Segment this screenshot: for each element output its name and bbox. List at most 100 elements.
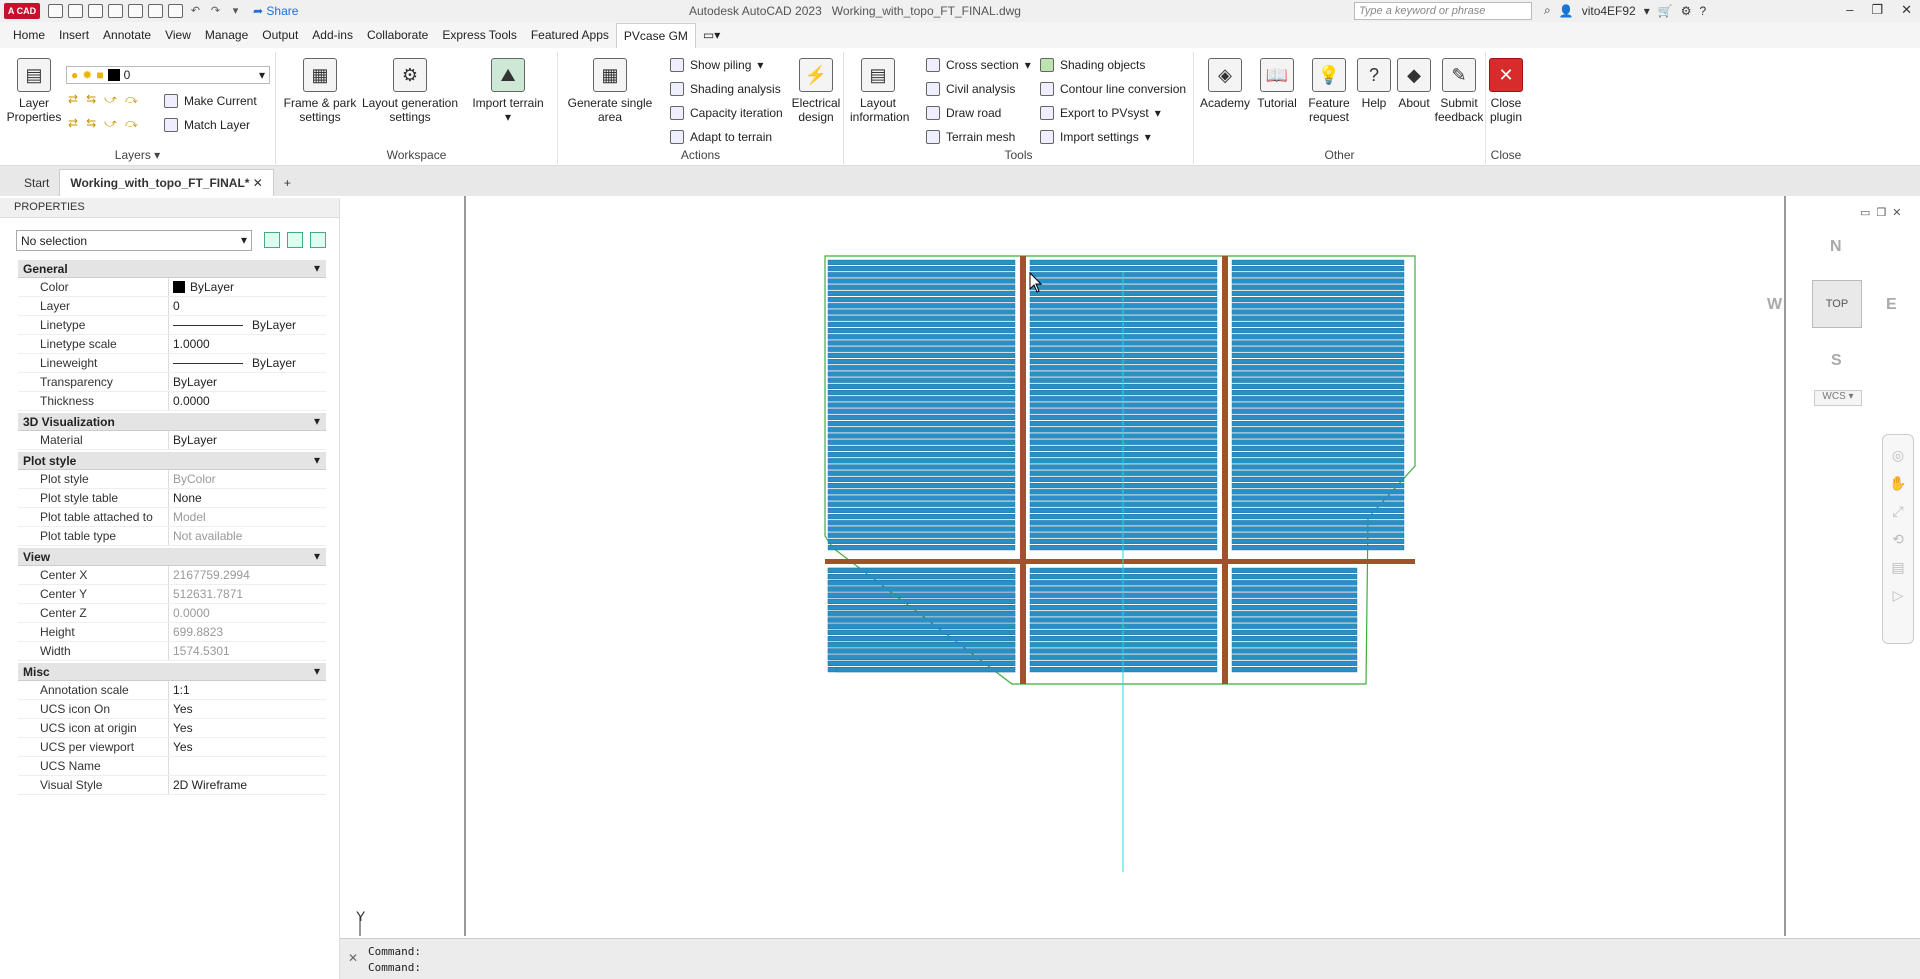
pv-table-row[interactable] xyxy=(1231,278,1405,284)
frame-park-button[interactable]: ▦ Frame & park settings xyxy=(280,58,360,124)
shading-objects-button[interactable]: Shading objects xyxy=(1040,58,1145,72)
command-input[interactable]: Command: xyxy=(368,961,421,974)
property-row[interactable]: UCS Name xyxy=(18,757,326,776)
search-icon[interactable]: ⌕ xyxy=(1544,3,1551,18)
tab-insert[interactable]: Insert xyxy=(52,23,96,47)
command-line[interactable]: ✕ Command: Command: xyxy=(340,938,1920,979)
save-icon[interactable] xyxy=(88,4,103,18)
layout-information-button[interactable]: ▤ Layout information xyxy=(850,58,909,124)
property-row[interactable]: Linetype scale 1.0000 xyxy=(18,335,326,354)
pv-table-row[interactable] xyxy=(827,396,1016,402)
model-space[interactable] xyxy=(340,196,1920,936)
property-value[interactable]: 1574.5301 xyxy=(168,642,326,660)
property-value[interactable]: None xyxy=(168,489,326,507)
pv-table-row[interactable] xyxy=(827,520,1016,526)
pv-table-row[interactable] xyxy=(1231,377,1405,383)
tab-drawing[interactable]: Working_with_topo_FT_FINAL* ✕ xyxy=(59,169,274,196)
pv-table-row[interactable] xyxy=(1231,414,1405,421)
pv-table-row[interactable] xyxy=(827,623,1016,629)
open-web-icon[interactable] xyxy=(128,4,143,18)
pv-table-row[interactable] xyxy=(1231,445,1405,452)
pv-table-row[interactable] xyxy=(827,321,1016,328)
pv-table-row[interactable] xyxy=(1231,296,1405,303)
pv-table-row[interactable] xyxy=(1231,389,1405,396)
tab-view[interactable]: View xyxy=(158,23,198,47)
customize-qat-icon[interactable]: ▾ xyxy=(228,4,243,18)
tab-output[interactable]: Output xyxy=(255,23,305,47)
pv-table-row[interactable] xyxy=(1231,545,1405,551)
property-row[interactable]: Transparency ByLayer xyxy=(18,373,326,392)
terrain-mesh-button[interactable]: Terrain mesh xyxy=(926,130,1015,144)
pan-icon[interactable]: ✋ xyxy=(1883,469,1913,497)
pv-table-row[interactable] xyxy=(827,284,1016,290)
academy-button[interactable]: ◈ Academy xyxy=(1198,58,1252,110)
pv-table-row[interactable] xyxy=(1231,636,1358,642)
tab-pvcase-gm[interactable]: PVcase GM xyxy=(615,22,696,48)
layer-dropdown[interactable]: ● ✹ ■ 0 ▾ xyxy=(66,66,270,84)
pv-table-row[interactable] xyxy=(827,433,1016,439)
property-row[interactable]: Height 699.8823 xyxy=(18,623,326,642)
show-piling-button[interactable]: Show piling ▾ xyxy=(670,58,763,72)
pv-table-row[interactable] xyxy=(827,414,1016,421)
layer-tool-icon[interactable]: ⇄ xyxy=(68,92,78,107)
zoom-icon[interactable]: ⤢ xyxy=(1883,497,1913,525)
pv-table-row[interactable] xyxy=(827,358,1016,365)
pv-table-row[interactable] xyxy=(1231,501,1405,507)
pv-table-row[interactable] xyxy=(1231,327,1405,334)
pv-table-row[interactable] xyxy=(1231,309,1405,315)
layer-tool-icon[interactable]: ⤼ xyxy=(125,116,138,131)
pv-table-row[interactable] xyxy=(1231,495,1405,501)
pv-table-row[interactable] xyxy=(1231,464,1405,470)
tutorial-button[interactable]: 📖 Tutorial xyxy=(1252,58,1302,110)
property-value[interactable]: 512631.7871 xyxy=(168,585,326,603)
pv-table-row[interactable] xyxy=(827,377,1016,383)
pv-table-row[interactable] xyxy=(1231,346,1405,352)
property-row[interactable]: Center Z 0.0000 xyxy=(18,604,326,623)
viewcube[interactable]: TOP xyxy=(1812,280,1862,328)
pv-table-row[interactable] xyxy=(827,327,1016,334)
new-icon[interactable] xyxy=(48,4,63,18)
pv-table-row[interactable] xyxy=(1231,667,1358,673)
pv-table-row[interactable] xyxy=(1231,489,1405,495)
restore-icon[interactable]: ❐ xyxy=(1876,206,1886,219)
pv-table-row[interactable] xyxy=(827,586,1016,592)
section-general[interactable]: General xyxy=(18,260,326,278)
select-objects-icon[interactable] xyxy=(287,232,303,248)
pv-table-row[interactable] xyxy=(1231,586,1358,592)
layout-generation-button[interactable]: ⚙ Layout generation settings xyxy=(358,58,462,124)
compass-west[interactable]: W xyxy=(1767,296,1782,314)
pv-table-row[interactable] xyxy=(827,501,1016,507)
property-row[interactable]: Plot style table None xyxy=(18,489,326,508)
pv-table-row[interactable] xyxy=(827,315,1016,321)
pv-table-row[interactable] xyxy=(827,483,1016,489)
pv-table-row[interactable] xyxy=(1231,526,1405,532)
pv-table-row[interactable] xyxy=(827,309,1016,315)
pv-table-row[interactable] xyxy=(1231,483,1405,489)
pv-table-row[interactable] xyxy=(827,507,1016,514)
pv-table-row[interactable] xyxy=(827,580,1016,586)
tab-start[interactable]: Start xyxy=(14,170,59,196)
chevron-down-icon[interactable]: ▾ xyxy=(1644,4,1650,18)
pv-table-row[interactable] xyxy=(1231,365,1405,371)
pv-table-row[interactable] xyxy=(1231,648,1358,654)
pv-table-row[interactable] xyxy=(827,532,1016,538)
pv-table-row[interactable] xyxy=(1231,623,1358,629)
pv-table-row[interactable] xyxy=(1231,476,1405,483)
cross-section-button[interactable]: Cross section ▾ xyxy=(926,58,1031,72)
close-icon[interactable]: ✕ xyxy=(1892,206,1901,219)
ribbon-toggle-icon[interactable]: ▭▾ xyxy=(696,23,727,47)
pv-table-row[interactable] xyxy=(1231,358,1405,365)
contour-conversion-button[interactable]: Contour line conversion xyxy=(1040,82,1186,96)
pv-table-row[interactable] xyxy=(827,660,1016,667)
property-row[interactable]: Color ByLayer xyxy=(18,278,326,297)
pv-table-row[interactable] xyxy=(1029,259,1218,266)
civil-analysis-button[interactable]: Civil analysis xyxy=(926,82,1015,96)
adapt-to-terrain-button[interactable]: Adapt to terrain xyxy=(670,130,772,144)
layer-properties-button[interactable]: ▤ Layer Properties xyxy=(6,58,62,124)
pv-table-row[interactable] xyxy=(1231,383,1405,390)
search-input[interactable]: Type a keyword or phrase xyxy=(1354,2,1532,20)
layer-tool-icon[interactable]: ⇄ xyxy=(68,116,78,131)
wcs-menu[interactable]: WCS ▾ xyxy=(1814,390,1862,406)
pv-table-row[interactable] xyxy=(827,574,1016,580)
save-web-icon[interactable] xyxy=(148,4,163,18)
